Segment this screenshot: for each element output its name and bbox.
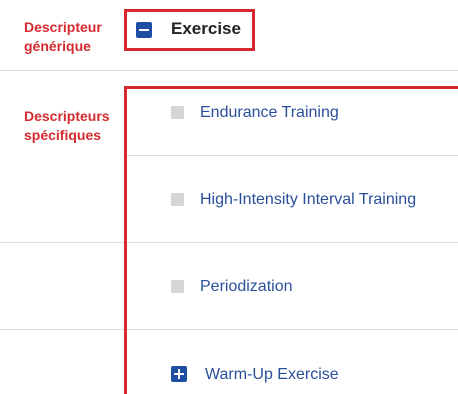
specific-label-text: Descripteurs spécifiques [24,108,110,143]
leaf-square-icon [171,106,184,119]
generic-descriptor-label: Descripteur générique [24,18,120,56]
specific-descriptors-label: Descripteurs spécifiques [24,107,120,145]
term-link-warm-up-exercise[interactable]: Warm-Up Exercise [205,366,339,384]
leaf-square-icon [171,193,184,206]
term-link-high-intensity-interval-training[interactable]: High-Intensity Interval Training [200,191,416,209]
minus-icon[interactable] [136,22,152,38]
generic-term-label[interactable]: Exercise [171,19,241,39]
specific-descriptors-highlight [124,86,458,394]
plus-icon[interactable] [171,366,187,382]
leaf-square-icon [171,280,184,293]
descriptor-panel: Descripteur générique Descripteurs spéci… [0,0,458,394]
generic-label-text: Descripteur générique [24,19,102,54]
term-link-periodization[interactable]: Periodization [200,278,293,296]
row-divider [0,70,458,71]
term-link-endurance-training[interactable]: Endurance Training [200,104,339,122]
